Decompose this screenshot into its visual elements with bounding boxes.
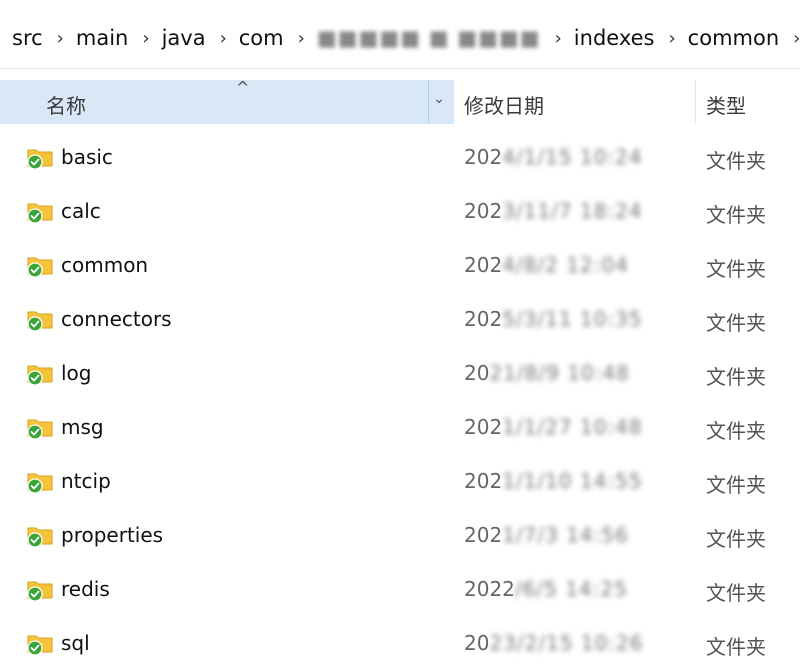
column-divider[interactable] [428, 80, 429, 124]
chevron-right-icon[interactable]: › [668, 28, 675, 49]
chevron-right-icon[interactable]: › [555, 28, 562, 49]
list-item[interactable]: sql 2023/2/15 10:26 文件夹 [0, 616, 800, 669]
breadcrumb-item-common[interactable]: common › [676, 26, 800, 50]
folder-synced-icon [27, 473, 53, 494]
column-header-type[interactable]: 类型 [706, 90, 746, 119]
file-modified-date: 2021/8/9 10:48 [464, 361, 630, 385]
file-name[interactable]: connectors [61, 307, 172, 331]
file-type: 文件夹 [706, 635, 766, 659]
list-item[interactable]: msg 2021/1/27 10:48 文件夹 [0, 400, 800, 454]
breadcrumb-label[interactable]: main [76, 26, 142, 50]
file-type: 文件夹 [706, 527, 766, 551]
breadcrumb-item-src[interactable]: src › [0, 26, 64, 50]
column-header-name-label: 名称 [46, 94, 86, 118]
breadcrumb: src › main › java › com › ■■■■■ ■ ■■■■ ›… [0, 8, 800, 69]
breadcrumb-item-main[interactable]: main › [64, 26, 150, 50]
file-name[interactable]: common [61, 253, 148, 277]
sort-ascending-icon: ^ [236, 78, 250, 97]
breadcrumb-label[interactable]: com [239, 26, 298, 50]
file-type: 文件夹 [706, 419, 766, 443]
list-item[interactable]: basic 2024/1/15 10:24 文件夹 [0, 130, 800, 184]
file-type: 文件夹 [706, 581, 766, 605]
file-explorer-window: src › main › java › com › ■■■■■ ■ ■■■■ ›… [0, 0, 800, 669]
file-modified-date: 2025/3/11 10:35 [464, 307, 643, 331]
folder-synced-icon [27, 311, 53, 332]
folder-synced-icon [27, 257, 53, 278]
file-name[interactable]: basic [61, 145, 113, 169]
chevron-right-icon[interactable]: › [220, 28, 227, 49]
chevron-right-icon[interactable]: › [142, 28, 149, 49]
file-type: 文件夹 [706, 365, 766, 389]
breadcrumb-label[interactable]: java [162, 26, 220, 50]
breadcrumb-label[interactable]: common [688, 26, 793, 50]
file-type: 文件夹 [706, 149, 766, 173]
list-item[interactable]: log 2021/8/9 10:48 文件夹 [0, 346, 800, 400]
file-type: 文件夹 [706, 473, 766, 497]
file-name[interactable]: sql [61, 631, 90, 655]
folder-synced-icon [27, 419, 53, 440]
folder-synced-icon [27, 635, 53, 656]
file-modified-date: 2023/2/15 10:26 [464, 631, 644, 655]
breadcrumb-label[interactable]: ■■■■■ ■ ■■■■ [317, 26, 555, 50]
file-modified-date: 2022/6/5 14:25 [464, 577, 628, 601]
list-item[interactable]: common 2024/8/2 12:04 文件夹 [0, 238, 800, 292]
breadcrumb-item-redacted[interactable]: ■■■■■ ■ ■■■■ › [305, 26, 562, 50]
list-item[interactable]: ntcip 2021/1/10 14:55 文件夹 [0, 454, 800, 508]
breadcrumb-item-com[interactable]: com › [227, 26, 305, 50]
file-name[interactable]: calc [61, 199, 101, 223]
column-header-row: 名称 ^ ⌄ 修改日期 类型 [0, 78, 800, 124]
file-modified-date: 2023/11/7 18:24 [464, 199, 643, 223]
list-item[interactable]: redis 2022/6/5 14:25 文件夹 [0, 562, 800, 616]
file-modified-date: 2021/1/10 14:55 [464, 469, 643, 493]
folder-synced-icon [27, 203, 53, 224]
chevron-right-icon[interactable]: › [298, 28, 305, 49]
folder-synced-icon [27, 527, 53, 548]
folder-synced-icon [27, 581, 53, 602]
file-type: 文件夹 [706, 257, 766, 281]
column-divider[interactable] [695, 80, 696, 124]
breadcrumb-label[interactable]: indexes [574, 26, 669, 50]
list-item[interactable]: properties 2021/7/3 14:56 文件夹 [0, 508, 800, 562]
file-name[interactable]: msg [61, 415, 104, 439]
file-type: 文件夹 [706, 203, 766, 227]
chevron-right-icon[interactable]: › [57, 28, 64, 49]
chevron-down-icon[interactable]: ⌄ [432, 88, 446, 110]
file-name[interactable]: ntcip [61, 469, 111, 493]
file-modified-date: 2021/1/27 10:48 [464, 415, 643, 439]
breadcrumb-item-java[interactable]: java › [150, 26, 227, 50]
file-list: basic 2024/1/15 10:24 文件夹 calc 2023/11/7… [0, 130, 800, 669]
file-modified-date: 2024/1/15 10:24 [464, 145, 643, 169]
chevron-right-icon[interactable]: › [793, 28, 800, 49]
file-modified-date: 2021/7/3 14:56 [464, 523, 629, 547]
folder-synced-icon [27, 365, 53, 386]
file-name[interactable]: log [61, 361, 92, 385]
breadcrumb-label[interactable]: src [12, 26, 57, 50]
file-type: 文件夹 [706, 311, 766, 335]
file-name[interactable]: redis [61, 577, 110, 601]
file-name[interactable]: properties [61, 523, 163, 547]
list-item[interactable]: calc 2023/11/7 18:24 文件夹 [0, 184, 800, 238]
column-header-name[interactable]: 名称 ^ ⌄ [0, 78, 454, 124]
column-header-modified[interactable]: 修改日期 [464, 90, 544, 119]
breadcrumb-item-indexes[interactable]: indexes › [562, 26, 676, 50]
folder-synced-icon [27, 149, 53, 170]
list-item[interactable]: connectors 2025/3/11 10:35 文件夹 [0, 292, 800, 346]
file-modified-date: 2024/8/2 12:04 [464, 253, 629, 277]
